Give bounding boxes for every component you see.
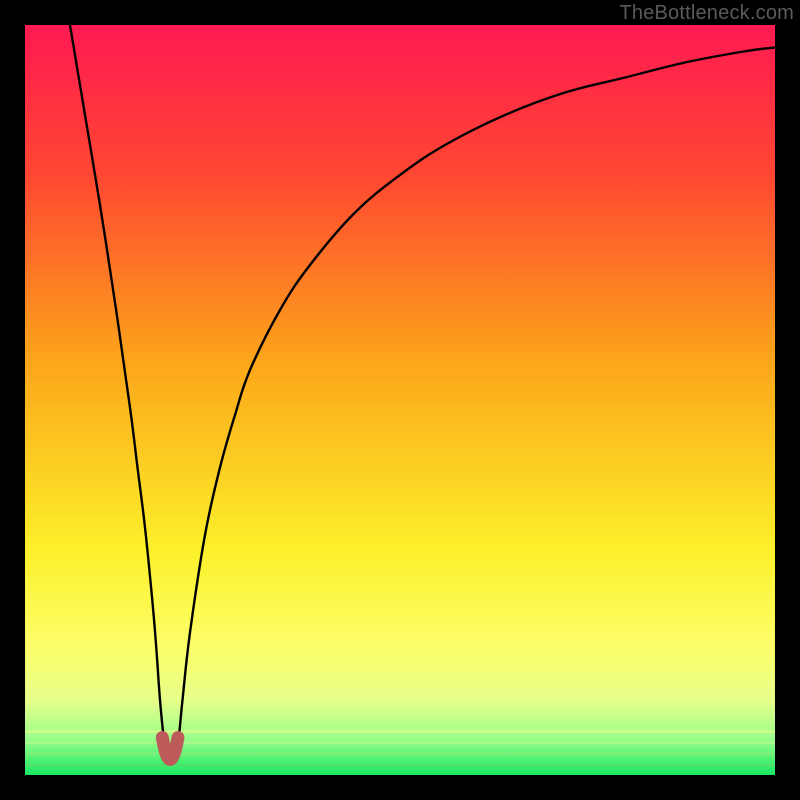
gradient-background <box>25 25 775 775</box>
plot-area <box>25 25 775 775</box>
plot-svg <box>25 25 775 775</box>
watermark-text: TheBottleneck.com <box>619 2 794 25</box>
chart-frame: TheBottleneck.com <box>0 0 800 800</box>
